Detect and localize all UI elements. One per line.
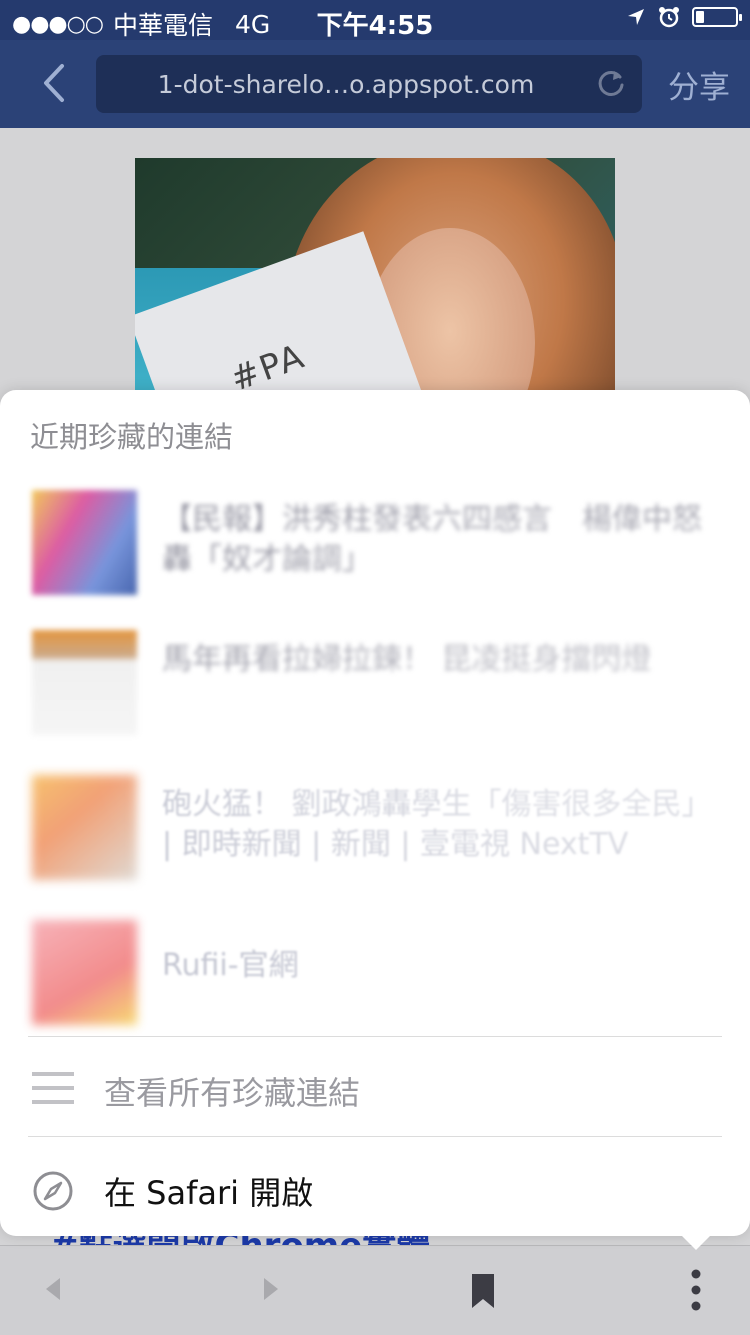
popover-arrow bbox=[680, 1234, 712, 1250]
open-in-safari-button[interactable]: 在 Safari 開啟 bbox=[0, 1140, 750, 1238]
toolbar-more-button[interactable] bbox=[684, 1268, 708, 1316]
bookmark-item[interactable]: 【民報】洪秀柱發表六四感言 楊偉中怒轟「奴才論調」 bbox=[0, 490, 750, 610]
reload-button[interactable] bbox=[594, 67, 628, 101]
bookmarks-popover: 近期珍藏的連結 【民報】洪秀柱發表六四感言 楊偉中怒轟「奴才論調」 馬年再看拉婦… bbox=[0, 390, 750, 1236]
share-button[interactable]: 分享 bbox=[668, 62, 730, 107]
popover-title: 近期珍藏的連結 bbox=[30, 420, 234, 454]
location-arrow-icon bbox=[628, 9, 644, 25]
toolbar-back-button[interactable] bbox=[40, 1274, 66, 1308]
triangle-left-icon bbox=[46, 1278, 60, 1300]
bookmark-thumbnail bbox=[32, 920, 137, 1025]
open-in-safari-label: 在 Safari 開啟 bbox=[104, 1174, 314, 1212]
more-vertical-icon bbox=[691, 1269, 701, 1311]
bookmark-title: 砲火猛！ 劉政鴻轟學生「傷害很多全民」 | 即時新聞 | 新聞 | 壹電視 Ne… bbox=[162, 787, 712, 862]
bookmark-thumbnail bbox=[32, 490, 137, 595]
bookmark-item[interactable]: Rufii-官網 bbox=[0, 920, 750, 1040]
menu-divider bbox=[28, 1136, 722, 1137]
battery-icon bbox=[692, 7, 742, 27]
bookmark-icon bbox=[472, 1274, 494, 1308]
alarm-clock-icon bbox=[659, 7, 679, 28]
bottom-toolbar bbox=[0, 1245, 750, 1335]
reload-icon bbox=[598, 70, 624, 96]
status-right bbox=[626, 6, 742, 28]
menu-divider bbox=[28, 1036, 722, 1037]
bookmark-item[interactable]: 馬年再看拉婦拉鍊！ 昆凌挺身擋閃燈 bbox=[0, 630, 750, 750]
triangle-right-icon bbox=[264, 1278, 278, 1300]
bookmark-title: Rufii-官網 bbox=[162, 948, 299, 983]
toolbar-bookmark-button[interactable] bbox=[470, 1272, 496, 1314]
bookmark-title: 馬年再看拉婦拉鍊！ 昆凌挺身擋閃燈 bbox=[162, 642, 652, 677]
view-all-bookmarks-button[interactable]: 查看所有珍藏連結 bbox=[0, 1040, 750, 1138]
url-field[interactable]: 1-dot-sharelo…o.appspot.com bbox=[96, 55, 642, 113]
view-all-label: 查看所有珍藏連結 bbox=[104, 1074, 361, 1112]
list-icon bbox=[32, 1072, 74, 1104]
bookmark-title: 【民報】洪秀柱發表六四感言 楊偉中怒轟「奴才論調」 bbox=[162, 502, 702, 577]
toolbar-forward-button[interactable] bbox=[258, 1274, 284, 1308]
url-text: 1-dot-sharelo…o.appspot.com bbox=[157, 70, 535, 99]
bookmark-thumbnail bbox=[32, 630, 137, 735]
bookmark-item[interactable]: 砲火猛！ 劉政鴻轟學生「傷害很多全民」 | 即時新聞 | 新聞 | 壹電視 Ne… bbox=[0, 775, 750, 895]
bookmark-thumbnail bbox=[32, 775, 137, 880]
browser-nav-bar: 1-dot-sharelo…o.appspot.com 分享 bbox=[0, 40, 750, 128]
status-bar: ●●●○○ 中華電信 4G 下午4:55 bbox=[0, 0, 750, 41]
back-button[interactable] bbox=[30, 58, 80, 108]
chevron-left-icon bbox=[44, 64, 64, 102]
compass-icon bbox=[33, 1171, 73, 1211]
